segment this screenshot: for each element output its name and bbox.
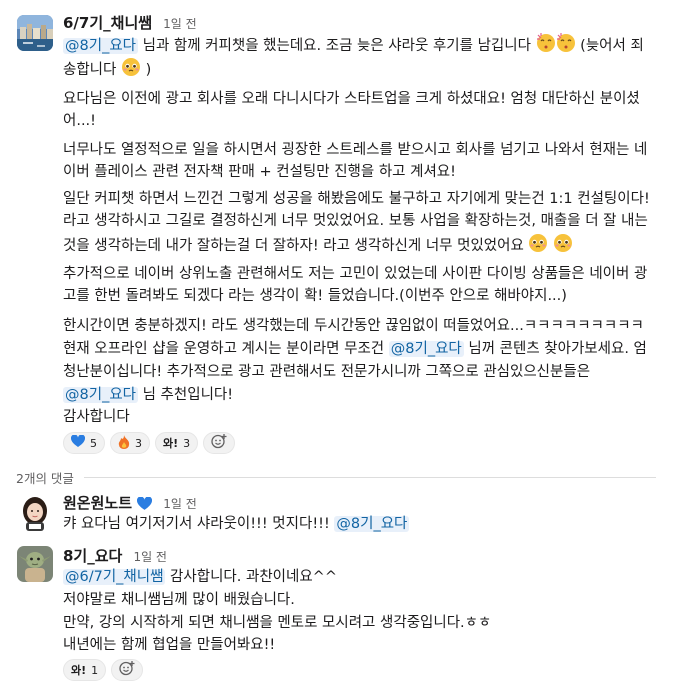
post-line-6: 이버 플레이스 관련 전자책 판매 + 컨설팅만 진행을 하고 계셔요! bbox=[63, 164, 456, 180]
avatar-channi[interactable] bbox=[17, 15, 53, 51]
reaction-blue-heart[interactable]: 5 bbox=[63, 432, 105, 454]
mention-channi[interactable]: @6/7기_채니쌤 bbox=[63, 569, 166, 585]
avatar-wonon[interactable] bbox=[17, 495, 53, 531]
add-reaction-icon bbox=[119, 660, 135, 680]
post-line-1: @8기_요다 님과 함께 커피챗을 했는데요. 조금 늦은 샤라웃 후기를 남깁… bbox=[63, 33, 644, 60]
author-name[interactable]: 6/7기_채니쌤 bbox=[63, 14, 152, 32]
fire-icon bbox=[118, 434, 130, 452]
blue-heart-icon bbox=[70, 434, 86, 451]
reaction-wow[interactable]: 와! 3 bbox=[155, 432, 199, 454]
add-reaction-button[interactable] bbox=[203, 432, 236, 454]
pleading-face-icon bbox=[528, 233, 548, 260]
post-line-14: 청난분이십니다! 추가적으로 광고 관련해서도 전문가시니까 그쪽으로 관심있으… bbox=[63, 364, 591, 380]
replies-divider: 2개의 댓글 bbox=[16, 468, 656, 487]
reply-2-header: 8기_요다 1일 전 bbox=[63, 545, 167, 566]
reply-2-line-2: 저야말로 채니쌤님께 많이 배웠습니다. bbox=[63, 592, 295, 608]
reply-1-header: 원온원노트 1일 전 bbox=[63, 492, 197, 515]
post-header: 6/7기_채니쌤 1일 전 bbox=[63, 12, 197, 33]
timestamp[interactable]: 1일 전 bbox=[163, 497, 197, 511]
divider-line bbox=[83, 477, 656, 478]
reaction-wow[interactable]: 와! 1 bbox=[63, 659, 107, 681]
reply-2-line-1: @6/7기_채니쌤 감사합니다. 과찬이네요^^ bbox=[63, 569, 337, 585]
wow-text-icon: 와! bbox=[163, 437, 179, 450]
reply-1-text: 캬 요다님 여기저기서 샤라웃이!!! 멋지다!!! @8기_요다 bbox=[63, 516, 410, 532]
post-line-13: 현재 오프라인 샵을 운영하고 계시는 분이라면 무조건 @8기_요다 님꺼 콘… bbox=[63, 341, 647, 357]
reaction-bar: 5 3 와! 3 bbox=[63, 432, 236, 454]
wow-text-icon: 와! bbox=[71, 664, 87, 677]
reply-2-line-4: 내년에는 함께 협업을 만들어봐요!! bbox=[63, 637, 276, 653]
post-line-4: 어...! bbox=[63, 113, 96, 129]
post-line-8: 라고 생각하시고 그길로 결정하신게 너무 멋있었어요. 보통 사업을 확장하는… bbox=[63, 213, 648, 229]
mention-yoda[interactable]: @8기_요다 bbox=[334, 516, 410, 532]
post-line-7: 일단 커피챗 하면서 느낀건 그렇게 성공을 해봤음에도 불구하고 자기에게 맞… bbox=[63, 191, 650, 207]
reaction-fire[interactable]: 3 bbox=[110, 432, 150, 454]
post-line-15: @8기_요다 님 추천입니다! bbox=[63, 387, 234, 403]
author-name[interactable]: 원온원노트 bbox=[63, 494, 132, 512]
face-kiss-icon bbox=[556, 33, 576, 60]
post-line-10: 추가적으로 네이버 상위노출 관련해서도 저는 고민이 있었는데 사이판 다이빙… bbox=[63, 266, 648, 282]
post-line-16: 감사합니다 bbox=[63, 409, 130, 425]
post-line-3: 요다님은 이전에 광고 회사를 오래 다니시다가 스타트업을 크게 하셨대요! … bbox=[63, 91, 640, 107]
reply-2-line-3: 만약, 강의 시작하게 되면 채니쌤을 멘토로 모시려고 생각중입니다.ㅎㅎ bbox=[63, 615, 492, 631]
post-line-11: 고를 한번 돌려봐도 되겠다 라는 생각이 확! 들었습니다.(이번주 안으로 … bbox=[63, 288, 567, 304]
post-line-12: 한시간이면 충분하겠지! 라도 생각했는데 두시간동안 끊임없이 떠들었어요..… bbox=[63, 318, 644, 334]
replies-count-label: 2개의 댓글 bbox=[16, 471, 74, 486]
post-line-2: 송합니다 ) bbox=[63, 57, 151, 84]
pleading-face-icon bbox=[121, 57, 141, 84]
mention-yoda[interactable]: @8기_요다 bbox=[63, 38, 138, 54]
timestamp[interactable]: 1일 전 bbox=[133, 550, 167, 564]
author-name[interactable]: 8기_요다 bbox=[63, 547, 122, 565]
mention-yoda[interactable]: @8기_요다 bbox=[388, 341, 464, 357]
pleading-face-icon bbox=[553, 233, 573, 260]
avatar-yoda[interactable] bbox=[17, 546, 53, 582]
add-reaction-icon bbox=[211, 433, 227, 453]
add-reaction-button[interactable] bbox=[111, 659, 144, 681]
post-line-5: 너무나도 열정적으로 일을 하시면서 굉장한 스트레스를 받으시고 회사를 넘기… bbox=[63, 142, 648, 158]
face-kiss-icon bbox=[536, 33, 556, 60]
mention-yoda[interactable]: @8기_요다 bbox=[63, 387, 138, 403]
post-line-9: 것을 생각하는데 내가 잘하는걸 더 잘하자! 라고 생각하신게 너무 멋있었어… bbox=[63, 233, 573, 260]
reply-2-reaction-bar: 와! 1 bbox=[63, 659, 144, 681]
timestamp[interactable]: 1일 전 bbox=[163, 17, 197, 31]
